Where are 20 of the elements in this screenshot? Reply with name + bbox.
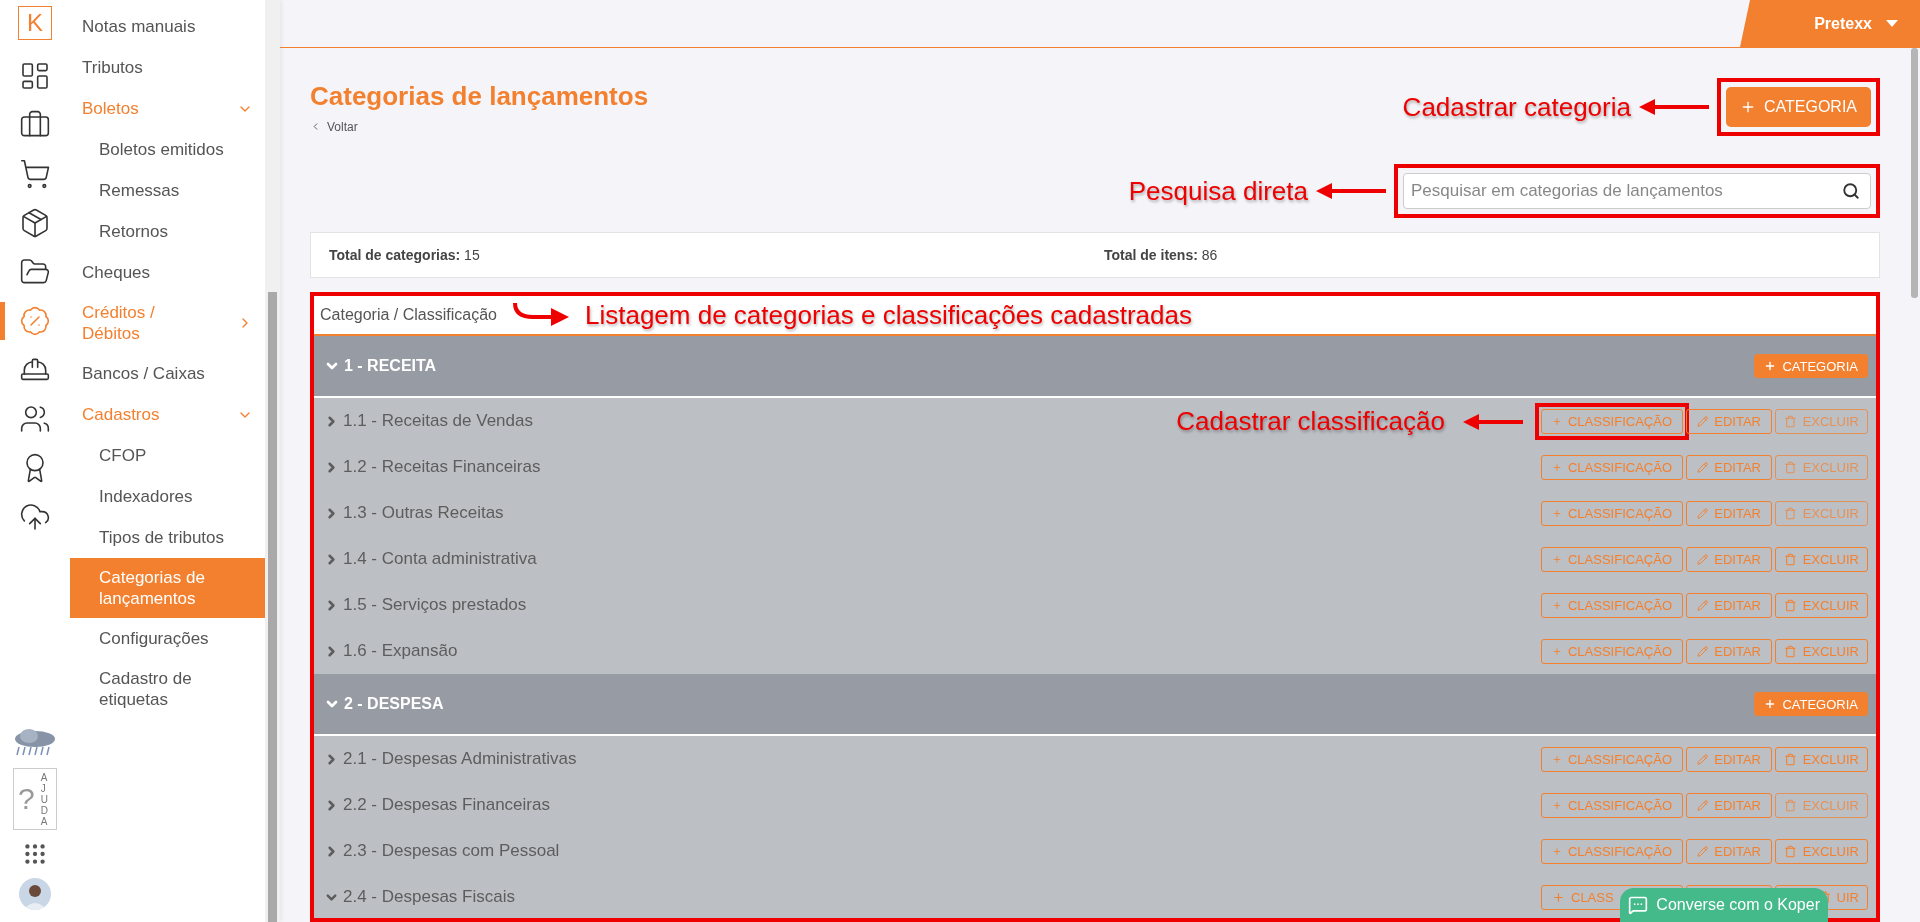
total-text: Total de categorias: 15	[329, 247, 481, 263]
classification-label: 2.4 - Despesas Fiscais	[324, 887, 515, 907]
column-header: Categoria / Classificação	[320, 306, 497, 324]
classification-label: 2.3 - Despesas com Pessoal	[324, 841, 560, 861]
category-label: 2 - DESPESA	[324, 695, 444, 713]
total-text: Total de itens: 86	[1104, 247, 1219, 263]
page-title: Categorias de lançamentos	[310, 80, 649, 112]
annotation-text: Pesquisa direta	[1128, 175, 1308, 207]
classification-label: 2.1 - Despesas Administrativas	[324, 749, 577, 769]
classification-label: 1.4 - Conta administrativa	[324, 549, 537, 569]
classification-label: 1.2 - Receitas Financeiras	[324, 457, 541, 477]
classification-label: 2.2 - Despesas Financeiras	[324, 795, 550, 815]
classification-label: 1.1 - Receitas de Vendas	[324, 411, 533, 431]
classification-label: 1.6 - Expansão	[324, 641, 458, 661]
annotation-text: Cadastrar categoria	[1402, 91, 1631, 123]
classification-label: 1.3 - Outras Receitas	[324, 503, 504, 523]
classification-label: 1.5 - Serviços prestados	[324, 595, 527, 615]
annotation-text: Listagem de categorias e classificações cadastradas	[584, 299, 1192, 331]
annotation-text: Cadastrar classificação	[1176, 406, 1445, 437]
category-label: 1 - RECEITA	[324, 357, 437, 375]
